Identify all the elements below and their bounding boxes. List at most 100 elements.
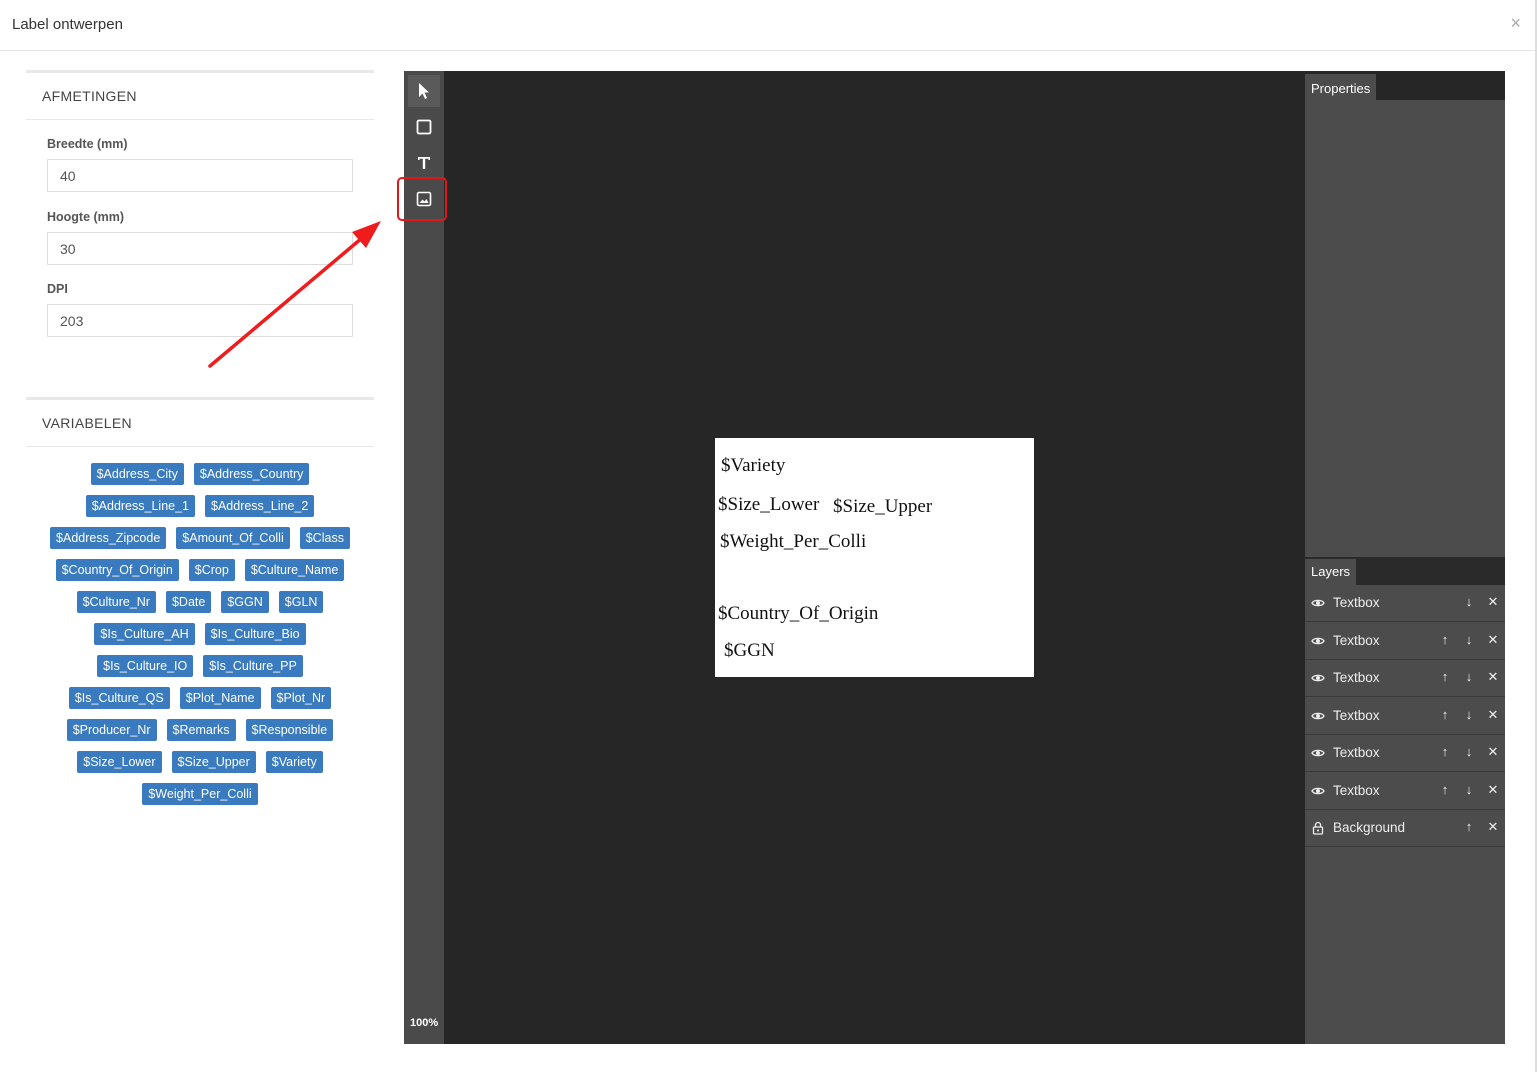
- variable-chip[interactable]: $Culture_Name: [244, 559, 345, 581]
- layer-name: Textbox: [1333, 745, 1380, 760]
- modal-header: Label ontwerpen ×: [0, 0, 1535, 51]
- variables-row: $Address_City $Address_Country: [26, 463, 374, 485]
- tab-properties[interactable]: Properties: [1305, 74, 1377, 103]
- variable-chip[interactable]: $Is_Culture_IO: [97, 655, 194, 677]
- canvas-textbox-ggn[interactable]: $GGN: [724, 640, 775, 662]
- variable-chip[interactable]: $Address_Country: [193, 463, 310, 485]
- select-tool-button[interactable]: [408, 75, 440, 107]
- square-icon: [416, 119, 432, 135]
- move-down-icon[interactable]: ↓: [1461, 744, 1477, 760]
- variable-chip[interactable]: $GLN: [278, 591, 324, 613]
- variables-row: $Address_Zipcode $Amount_Of_Colli $Class: [26, 527, 374, 549]
- layer-name: Textbox: [1333, 707, 1380, 723]
- move-up-icon[interactable]: ↑: [1437, 632, 1453, 648]
- delete-layer-icon[interactable]: ✕: [1485, 782, 1501, 798]
- rectangle-tool-button[interactable]: [408, 111, 440, 143]
- move-up-icon[interactable]: ↑: [1437, 707, 1453, 723]
- move-down-icon[interactable]: ↓: [1461, 669, 1477, 685]
- eye-icon[interactable]: [1311, 671, 1325, 685]
- layer-name: Textbox: [1333, 632, 1380, 648]
- width-label: Breedte (mm): [47, 137, 128, 151]
- move-down-icon[interactable]: ↓: [1461, 594, 1477, 610]
- label-canvas[interactable]: $Variety $Size_Lower $Size_Upper $Weight…: [715, 438, 1034, 677]
- height-input[interactable]: [47, 232, 353, 265]
- delete-layer-icon[interactable]: ✕: [1485, 669, 1501, 685]
- cursor-icon: [419, 83, 429, 99]
- move-up-icon[interactable]: ↑: [1437, 744, 1453, 760]
- delete-layer-icon[interactable]: ✕: [1485, 632, 1501, 648]
- layer-name: Background: [1333, 820, 1406, 835]
- eye-icon[interactable]: [1311, 784, 1325, 798]
- variable-chip[interactable]: $Is_Culture_AH: [94, 623, 195, 645]
- layer-row[interactable]: Textbox ↑ ↓ ✕: [1305, 698, 1505, 735]
- variable-chip[interactable]: $Plot_Name: [179, 687, 261, 709]
- label-editor: 100% $Variety $Size_Lower $Size_Upper $W…: [404, 71, 1505, 1044]
- variable-chip[interactable]: $Date: [165, 591, 212, 613]
- variable-chip[interactable]: $Remarks: [166, 719, 236, 741]
- tab-layers[interactable]: Layers: [1305, 559, 1357, 585]
- variable-chip[interactable]: $Variety: [265, 751, 323, 773]
- eye-icon[interactable]: [1311, 596, 1325, 610]
- text-icon: [418, 157, 430, 169]
- variable-chip[interactable]: $Size_Upper: [171, 751, 256, 773]
- move-up-icon[interactable]: ↑: [1461, 819, 1477, 835]
- layers-tab-strip: Layers: [1305, 557, 1505, 585]
- canvas-textbox-size-lower[interactable]: $Size_Lower: [718, 494, 819, 516]
- layer-row[interactable]: Background ↑ ✕: [1305, 810, 1505, 847]
- layer-name: Textbox: [1333, 670, 1380, 685]
- variable-chip[interactable]: $GGN: [221, 591, 269, 613]
- variable-chip[interactable]: $Is_Culture_Bio: [204, 623, 306, 645]
- move-up-icon[interactable]: ↑: [1437, 782, 1453, 798]
- move-down-icon[interactable]: ↓: [1461, 782, 1477, 798]
- variable-chip[interactable]: $Country_Of_Origin: [55, 559, 179, 581]
- canvas-textbox-size-upper[interactable]: $Size_Upper: [833, 496, 932, 518]
- layer-row[interactable]: Textbox ↑ ↓ ✕: [1305, 623, 1505, 660]
- variable-chip[interactable]: $Plot_Nr: [270, 687, 332, 709]
- variable-chip[interactable]: $Is_Culture_PP: [203, 655, 303, 677]
- layer-row[interactable]: Textbox ↑ ↓ ✕: [1305, 773, 1505, 810]
- dpi-input[interactable]: [47, 304, 353, 337]
- layer-row[interactable]: Textbox ↓ ✕: [1305, 585, 1505, 622]
- dpi-label: DPI: [47, 282, 68, 296]
- variable-chip[interactable]: $Amount_Of_Colli: [176, 527, 290, 549]
- variable-chip[interactable]: $Culture_Nr: [76, 591, 156, 613]
- variable-chip[interactable]: $Address_Line_2: [205, 495, 315, 517]
- delete-layer-icon[interactable]: ✕: [1485, 707, 1501, 723]
- width-input[interactable]: [47, 159, 353, 192]
- variable-chip[interactable]: $Address_Zipcode: [50, 527, 167, 549]
- variables-row: $Is_Culture_QS $Plot_Name $Plot_Nr: [26, 687, 374, 709]
- variable-chip[interactable]: $Is_Culture_QS: [68, 687, 170, 709]
- variable-chip[interactable]: $Class: [299, 527, 350, 549]
- variables-section: VARIABELEN: [26, 397, 374, 447]
- variable-chip[interactable]: $Size_Lower: [77, 751, 162, 773]
- variable-chip[interactable]: $Responsible: [245, 719, 334, 741]
- modal-title: Label ontwerpen: [12, 16, 123, 33]
- delete-layer-icon[interactable]: ✕: [1485, 594, 1501, 610]
- eye-icon[interactable]: [1311, 709, 1325, 723]
- canvas-textbox-weight[interactable]: $Weight_Per_Colli: [720, 531, 866, 553]
- variable-chip[interactable]: $Address_Line_1: [85, 495, 195, 517]
- variables-row: $Size_Lower $Size_Upper $Variety: [26, 751, 374, 773]
- move-up-icon[interactable]: ↑: [1437, 669, 1453, 685]
- height-label: Hoogte (mm): [47, 210, 125, 224]
- variable-chip[interactable]: $Crop: [188, 559, 235, 581]
- variables-row: $Weight_Per_Colli: [26, 783, 374, 805]
- variable-chip[interactable]: $Address_City: [90, 463, 184, 485]
- variable-chip[interactable]: $Weight_Per_Colli: [142, 783, 258, 805]
- lock-icon[interactable]: [1311, 821, 1325, 835]
- side-panels: Properties Layers Textbox ↓ ✕ Textbox ↑ ↓ ✕ Tex…: [1305, 71, 1505, 1044]
- eye-icon[interactable]: [1311, 746, 1325, 760]
- text-tool-button[interactable]: [408, 147, 440, 179]
- delete-layer-icon[interactable]: ✕: [1485, 744, 1501, 760]
- close-icon[interactable]: ×: [1510, 13, 1521, 34]
- delete-layer-icon[interactable]: ✕: [1485, 819, 1501, 835]
- canvas-textbox-country[interactable]: $Country_Of_Origin: [718, 603, 878, 625]
- layer-row[interactable]: Textbox ↑ ↓ ✕: [1305, 660, 1505, 697]
- layer-row[interactable]: Textbox ↑ ↓ ✕: [1305, 735, 1505, 772]
- variables-row: $Is_Culture_IO $Is_Culture_PP: [26, 655, 374, 677]
- move-down-icon[interactable]: ↓: [1461, 707, 1477, 723]
- eye-icon[interactable]: [1311, 634, 1325, 648]
- move-down-icon[interactable]: ↓: [1461, 632, 1477, 648]
- canvas-textbox-variety[interactable]: $Variety: [721, 455, 785, 477]
- variable-chip[interactable]: $Producer_Nr: [66, 719, 157, 741]
